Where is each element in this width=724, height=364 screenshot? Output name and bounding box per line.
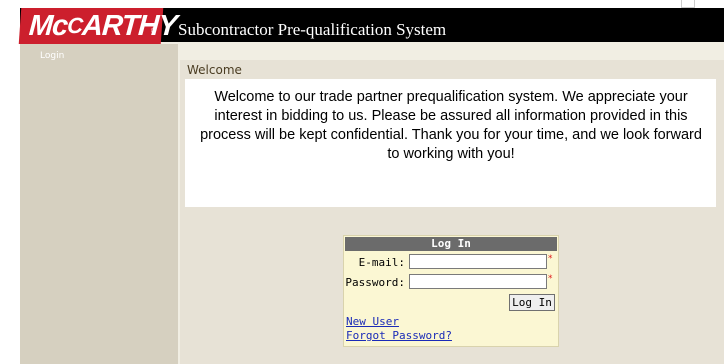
- login-heading: Log In: [345, 237, 557, 251]
- email-required-mark: *: [548, 254, 553, 264]
- registered-mark: ®: [151, 28, 157, 35]
- login-button[interactable]: Log In: [509, 294, 555, 311]
- welcome-title: Welcome: [187, 63, 242, 77]
- mccarthy-logo: McCARTHY: [18, 8, 178, 44]
- password-field[interactable]: [409, 274, 547, 289]
- new-user-link[interactable]: New User: [346, 315, 399, 328]
- password-label: Password:: [345, 276, 405, 289]
- welcome-message: Welcome to our trade partner prequalific…: [200, 89, 702, 162]
- email-label: E-mail:: [358, 256, 405, 269]
- password-required-mark: *: [548, 274, 553, 284]
- sidebar-login-link[interactable]: Login: [40, 51, 64, 61]
- email-field[interactable]: [409, 254, 547, 269]
- sidebar: [20, 44, 178, 364]
- app-title: Subcontractor Pre-qualification System: [178, 20, 447, 39]
- forgot-password-link[interactable]: Forgot Password?: [346, 329, 452, 342]
- window-corner-icon: [681, 0, 695, 8]
